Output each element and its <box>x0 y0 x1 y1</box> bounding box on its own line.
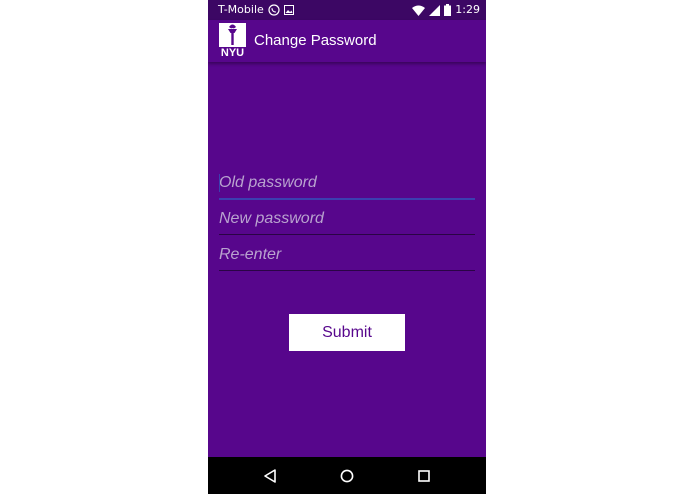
wifi-icon <box>412 5 426 16</box>
battery-icon <box>444 4 452 16</box>
carrier-label: T-Mobile <box>218 3 264 16</box>
torch-icon <box>228 24 237 45</box>
page-title: Change Password <box>254 32 377 49</box>
whatsapp-icon <box>268 4 280 16</box>
back-button[interactable] <box>259 465 281 487</box>
nav-bar <box>208 457 486 494</box>
recents-icon <box>418 470 430 482</box>
old-password-input[interactable] <box>219 168 475 198</box>
clock-label: 1:29 <box>455 3 480 16</box>
status-bar: T-Mobile 1:29 <box>208 0 486 20</box>
image-icon <box>283 5 294 15</box>
logo-text: NYU <box>219 47 246 60</box>
new-password-field-container <box>219 204 475 235</box>
text-cursor <box>219 174 220 192</box>
new-password-input[interactable] <box>219 204 475 234</box>
recents-button[interactable] <box>413 465 435 487</box>
nyu-logo: NYU <box>219 23 246 60</box>
back-icon <box>264 469 276 483</box>
app-bar: NYU Change Password <box>208 20 486 62</box>
home-button[interactable] <box>336 465 358 487</box>
signal-icon <box>429 4 441 16</box>
submit-button[interactable]: Submit <box>289 314 405 351</box>
old-password-field-container <box>219 168 475 200</box>
reenter-password-field-container <box>219 240 475 271</box>
phone-screen: T-Mobile 1:29 NYU Change Password Submit <box>208 0 486 494</box>
reenter-password-input[interactable] <box>219 240 475 270</box>
home-icon <box>340 469 354 483</box>
